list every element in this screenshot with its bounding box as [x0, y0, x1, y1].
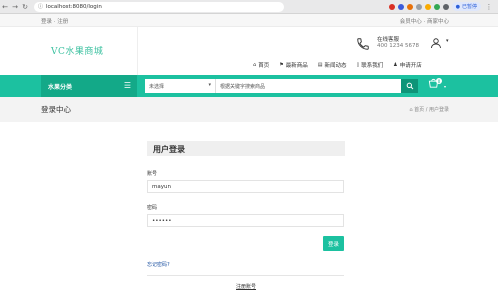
nav-label: 申请开店 — [399, 63, 422, 69]
breadcrumb[interactable]: ⌂ 首页 / 用户登录 — [409, 106, 449, 113]
extension-icon[interactable] — [397, 3, 404, 10]
extension-icon[interactable] — [433, 3, 440, 10]
search-button[interactable] — [401, 79, 418, 93]
site-logo[interactable]: VC水果商城 — [51, 44, 103, 57]
cart-count-badge: 0 — [436, 78, 442, 84]
nav-label: 联系我们 — [361, 63, 384, 69]
extension-icon[interactable] — [424, 3, 431, 10]
chevron-down-icon[interactable]: ▾ — [444, 84, 446, 89]
main-nav: ⌂ 首页 ⚑ 最新商品 ▤ 新闻动态 ▯ 联系我们 ♟ 申请开店 — [253, 61, 422, 69]
nav-open-shop[interactable]: ♟ 申请开店 — [393, 61, 422, 69]
select-value: 未选择 — [149, 83, 165, 90]
address-bar[interactable]: ⓘ localhost:8080/login — [34, 1, 284, 12]
contact-icon: ▯ — [356, 62, 360, 68]
news-icon: ▤ — [317, 62, 323, 68]
login-button[interactable]: 登录 — [323, 236, 344, 251]
register-link[interactable]: 注册账号 — [236, 283, 256, 290]
profile-label: 已暂停 — [461, 4, 477, 10]
nav-contact[interactable]: ▯ 联系我们 — [356, 61, 383, 69]
nav-label: 最新商品 — [285, 63, 308, 69]
browser-toolbar: ← → ↻ ⓘ localhost:8080/login ● 已暂停 ⋮ — [0, 0, 498, 14]
profile-button[interactable]: ● 已暂停 — [451, 2, 481, 11]
username-label: 账号 — [147, 171, 158, 177]
tag-icon: ⚑ — [279, 62, 284, 68]
login-title: 用户登录 — [153, 145, 185, 154]
back-icon[interactable]: ← — [0, 2, 10, 12]
nav-home[interactable]: ⌂ 首页 — [253, 61, 269, 69]
password-field[interactable]: •••••• — [147, 214, 344, 227]
nav-news[interactable]: ▤ 新闻动态 — [318, 61, 347, 69]
breadcrumb-text: 首页 / 用户登录 — [414, 107, 449, 113]
url-text: localhost:8080/login — [46, 3, 102, 10]
site-header: VC水果商城 在线客服 400 1234 5678 ▾ ⌂ 首页 ⚑ 最新商品 ▤ 新… — [0, 27, 498, 75]
hotline-label: 在线客服 — [377, 37, 400, 43]
page-title: 登录中心 — [41, 105, 71, 114]
search-band: 水果分类 ☰ 未选择 ▾ 根据关键字搜索商品 0 ▾ — [0, 75, 498, 97]
divider — [147, 275, 344, 276]
divider — [137, 27, 138, 75]
extension-icon[interactable] — [415, 3, 422, 10]
phone-icon — [356, 37, 370, 53]
nav-new-products[interactable]: ⚑ 最新商品 — [279, 61, 308, 69]
hotline-number: 400 1234 5678 — [377, 43, 419, 49]
extension-icon[interactable] — [406, 3, 413, 10]
login-register-links[interactable]: 登录 · 注册 — [41, 17, 68, 25]
user-plus-icon: ♟ — [393, 62, 398, 68]
extension-icon[interactable] — [442, 3, 449, 10]
forgot-password-link[interactable]: 忘记密码? — [147, 261, 170, 268]
menu-icon: ☰ — [123, 81, 131, 90]
page-title-bar: 登录中心 ⌂ 首页 / 用户登录 — [0, 97, 498, 122]
member-center-links[interactable]: 会员中心 · 商家中心 — [400, 17, 449, 25]
username-field[interactable]: mayun — [147, 180, 344, 193]
home-icon: ⌂ — [409, 107, 413, 113]
more-icon[interactable]: ⋮ — [484, 2, 494, 12]
user-icon[interactable] — [430, 37, 442, 51]
extensions-row: ● 已暂停 ⋮ — [388, 2, 498, 12]
category-label: 水果分类 — [48, 83, 73, 91]
search-input[interactable]: 根据关键字搜索商品 — [216, 79, 401, 93]
password-label: 密码 — [147, 205, 158, 211]
chevron-down-icon: ▾ — [208, 82, 211, 88]
nav-label: 首页 — [258, 63, 270, 69]
info-icon[interactable]: ⓘ — [38, 3, 43, 10]
reload-icon[interactable]: ↻ — [20, 2, 30, 12]
extension-icon[interactable] — [388, 3, 395, 10]
avatar: ● — [455, 3, 460, 10]
top-bar: 登录 · 注册 会员中心 · 商家中心 — [0, 14, 498, 27]
category-menu-button[interactable]: 水果分类 ☰ — [41, 75, 137, 97]
login-heading-box: 用户登录 — [147, 141, 345, 156]
chevron-down-icon[interactable]: ▾ — [446, 38, 449, 44]
category-select[interactable]: 未选择 ▾ — [145, 79, 216, 93]
home-icon: ⌂ — [253, 62, 257, 68]
search-icon — [406, 82, 413, 90]
forward-icon[interactable]: → — [10, 2, 20, 12]
nav-label: 新闻动态 — [324, 63, 347, 69]
